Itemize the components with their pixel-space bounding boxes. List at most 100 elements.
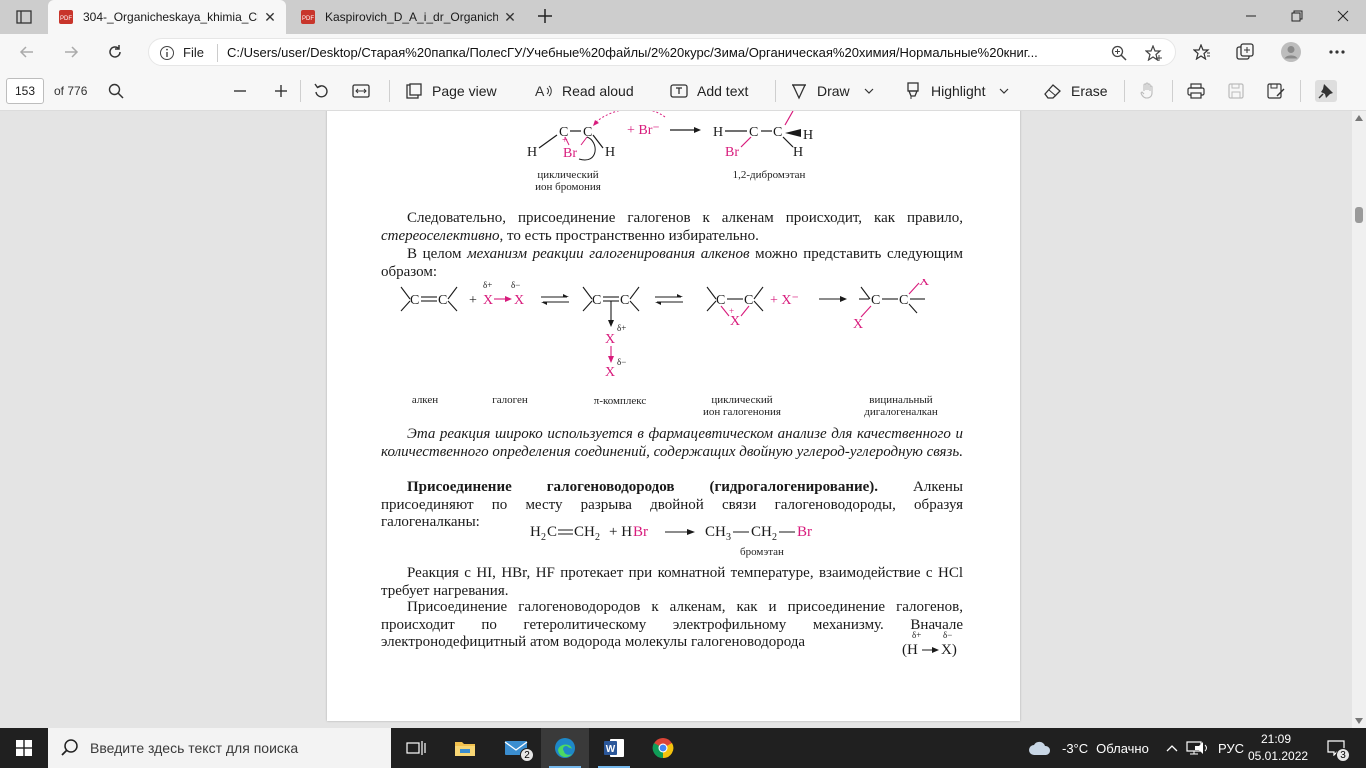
scroll-down-icon[interactable] [1355,718,1363,724]
avatar-icon [1281,42,1301,62]
read-aloud-button[interactable]: A Read aloud [534,79,634,103]
add-text-button[interactable]: Add text [669,79,748,103]
vertical-scrollbar[interactable] [1352,111,1366,728]
draw-button[interactable]: Draw [789,79,874,103]
pdf-page: H H C C H H Br + + Br⁻ H Br [327,111,1020,721]
profile-button[interactable] [1278,39,1304,65]
find-button[interactable] [106,81,126,101]
toolbar-divider [775,80,776,102]
volume-button[interactable] [1194,728,1210,768]
page-number-input[interactable]: 153 [6,78,44,104]
url-text[interactable]: C:/Users/user/Desktop/Старая%20папка/Пол… [227,45,1097,60]
toolbar-divider [300,80,301,102]
refresh-button[interactable] [102,39,128,65]
svg-text:2: 2 [595,532,600,543]
rotate-button[interactable] [311,81,331,101]
erase-button[interactable]: Erase [1043,79,1108,103]
paragraph-mechanism: В целом механизм реакции галогенирования… [381,246,963,280]
close-tab-icon[interactable]: ✕ [258,5,282,29]
save-button[interactable] [1226,81,1246,101]
tab-title: 304-_Organicheskaya_khimia_Ch [83,10,258,24]
svg-text:X: X [605,365,615,380]
save-icon [1228,83,1244,99]
svg-text:CH: CH [574,524,595,540]
zoom-in-button[interactable] [271,81,291,101]
svg-text:C: C [773,125,782,140]
page-view-icon [406,83,422,99]
save-as-button[interactable] [1266,81,1286,101]
close-tab-icon[interactable]: ✕ [498,5,522,29]
pdf-file-icon: PDF [301,10,315,24]
svg-text:C: C [899,293,908,308]
print-button[interactable] [1186,81,1206,101]
input-language-button[interactable]: РУС [1218,728,1244,768]
svg-text:H: H [527,145,537,160]
task-view-button[interactable] [392,728,440,768]
highlight-button[interactable]: Highlight [903,79,1009,103]
favorites-button[interactable] [1189,39,1215,65]
svg-text:C: C [871,293,880,308]
address-bar[interactable]: File C:/Users/user/Desktop/Старая%20папк… [148,38,1176,66]
back-button[interactable] [14,39,40,65]
bromonium-caption: циклический ион бромония [535,169,601,193]
scrollbar-thumb[interactable] [1355,207,1363,223]
close-icon [1337,10,1349,22]
search-placeholder: Введите здесь текст для поиска [90,740,299,756]
chrome-icon [652,738,674,759]
tab-active[interactable]: PDF 304-_Organicheskaya_khimia_Ch ✕ [48,0,286,34]
cloud-icon [1029,741,1051,755]
notifications-button[interactable]: 3 [1318,728,1354,768]
svg-text:(H: (H [902,642,918,658]
collections-button[interactable] [1232,39,1258,65]
chrome-button[interactable] [639,728,687,768]
scroll-up-icon[interactable] [1355,115,1363,121]
touch-write-button[interactable] [1137,81,1157,101]
pi-complex-caption: π-комплекс [593,395,647,407]
mail-button[interactable]: 2 [492,728,540,768]
taskbar-search-box[interactable]: Введите здесь текст для поиска [48,728,391,768]
tab-title: Kaspirovich_D_A_i_dr_Organiche [325,10,498,24]
word-button[interactable]: W [590,728,638,768]
svg-text:PDF: PDF [302,16,314,22]
pin-toolbar-button[interactable] [1315,80,1337,102]
new-tab-button[interactable] [534,5,556,27]
file-explorer-button[interactable] [441,728,489,768]
paragraph-pharma-analysis: Эта реакция широко используется в фармац… [381,426,963,460]
zoom-icon[interactable] [1111,45,1127,61]
svg-text:CH: CH [751,524,772,540]
svg-text:δ−: δ− [511,280,520,290]
start-button[interactable] [0,728,48,768]
svg-text:C: C [592,293,601,308]
svg-text:X: X [919,279,929,289]
chevron-down-icon[interactable] [999,87,1009,95]
svg-text:X: X [853,317,863,332]
minimize-button[interactable] [1228,0,1274,32]
svg-text:C: C [438,293,447,308]
system-clock[interactable]: 21:09 05.01.2022 [1248,731,1308,765]
info-icon[interactable] [159,45,175,61]
tab-actions-icon [16,10,32,24]
clock-time: 21:09 [1260,732,1292,746]
tab-inactive[interactable]: PDF Kaspirovich_D_A_i_dr_Organiche ✕ [290,0,526,34]
forward-button[interactable] [58,39,84,65]
svg-text:δ+: δ+ [483,280,492,290]
weather-widget[interactable]: -3°C Облачно [1028,728,1149,768]
show-hidden-icons-button[interactable] [1166,728,1178,768]
zoom-out-button[interactable] [230,81,250,101]
toolbar-divider [1172,80,1173,102]
page-view-button[interactable]: Page view [404,79,497,103]
close-window-button[interactable] [1320,0,1366,32]
pdf-viewer: H H C C H H Br + + Br⁻ H Br [0,111,1366,728]
read-aloud-label: Read aloud [562,83,634,99]
edge-button[interactable] [541,728,589,768]
svg-text:3: 3 [726,532,731,543]
windows-taskbar: Введите здесь текст для поиска 2 W -3°C … [0,728,1366,768]
tab-actions-button[interactable] [10,7,38,27]
add-favorite-icon[interactable] [1145,45,1163,61]
erase-label: Erase [1071,83,1108,99]
chevron-down-icon[interactable] [864,87,874,95]
settings-menu-button[interactable] [1324,39,1350,65]
svg-text:Br: Br [725,145,739,160]
fit-page-button[interactable] [351,81,371,101]
restore-button[interactable] [1274,0,1320,32]
